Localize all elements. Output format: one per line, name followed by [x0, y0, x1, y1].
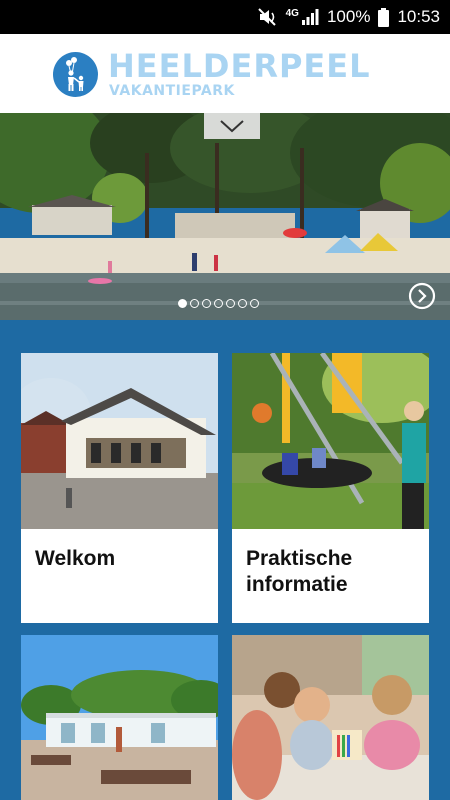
tile-activiteiten[interactable]	[232, 635, 429, 800]
slide-dot[interactable]	[190, 299, 199, 308]
tile-photo	[232, 353, 429, 529]
status-bar: 4G 100% 10:53	[0, 0, 450, 34]
slide-dot[interactable]	[202, 299, 211, 308]
slide-dot[interactable]	[250, 299, 259, 308]
clock: 10:53	[397, 7, 440, 26]
battery-level: 100%	[326, 7, 371, 26]
tile-label: Praktische informatie	[246, 547, 353, 596]
hero-photo	[0, 113, 450, 320]
collapse-header-button[interactable]	[204, 113, 260, 139]
slide-dot[interactable]	[178, 299, 187, 308]
chevron-down-icon	[219, 119, 245, 133]
tile-welkom[interactable]: Welkom	[21, 353, 218, 623]
slide-indicator	[178, 299, 262, 308]
brand-subtitle: VAKANTIEPARK	[109, 83, 235, 99]
slide-dot[interactable]	[226, 299, 235, 308]
next-slide-arrow-icon[interactable]	[408, 282, 436, 315]
network-type: 4G	[285, 7, 299, 19]
brand-name: HEELDERPEEL	[108, 47, 371, 85]
mute-icon	[257, 8, 278, 26]
signal-icon: 4G	[285, 7, 319, 25]
slide-dot[interactable]	[214, 299, 223, 308]
tile-photo	[21, 353, 218, 529]
tile-photo	[21, 635, 218, 800]
tile-sanitair[interactable]	[21, 635, 218, 800]
tile-praktische-informatie[interactable]: Praktische informatie	[232, 353, 429, 623]
tile-label: Welkom	[35, 547, 116, 570]
park-logo-icon[interactable]	[53, 52, 98, 97]
battery-icon	[378, 7, 390, 27]
app-header: HEELDERPEEL VAKANTIEPARK	[0, 34, 450, 113]
hero-slideshow[interactable]	[0, 113, 450, 320]
slide-dot[interactable]	[238, 299, 247, 308]
tile-photo	[232, 635, 429, 800]
